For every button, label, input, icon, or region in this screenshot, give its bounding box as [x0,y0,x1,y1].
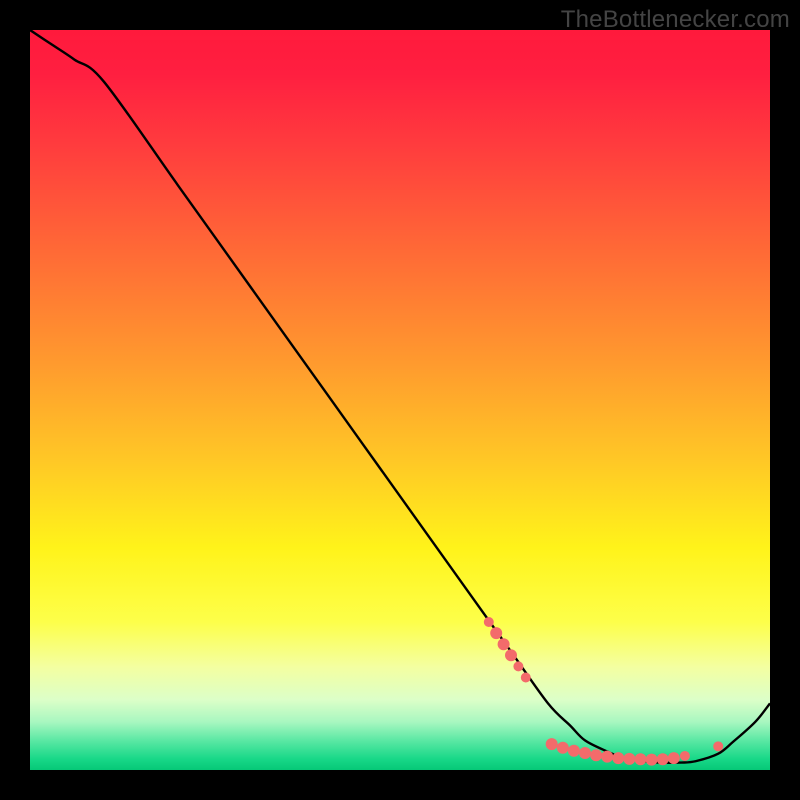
data-point [490,627,502,639]
data-point [601,751,613,763]
data-point [623,753,635,765]
data-point [680,751,690,761]
data-point [646,754,658,766]
data-point [713,741,723,751]
plot-area [30,30,770,770]
data-point [498,638,510,650]
data-point [635,753,647,765]
chart-frame: TheBottlenecker.com [0,0,800,800]
data-point [505,649,517,661]
curve-layer [30,30,770,770]
data-point [590,749,602,761]
data-point [657,753,669,765]
data-point [612,752,624,764]
bottleneck-curve [30,30,770,763]
data-point [546,738,558,750]
data-point [521,673,531,683]
data-point [557,742,569,754]
data-point [668,752,680,764]
data-point [484,617,494,627]
data-point [568,745,580,757]
marker-group [484,617,723,766]
data-point [579,747,591,759]
data-point [513,661,523,671]
